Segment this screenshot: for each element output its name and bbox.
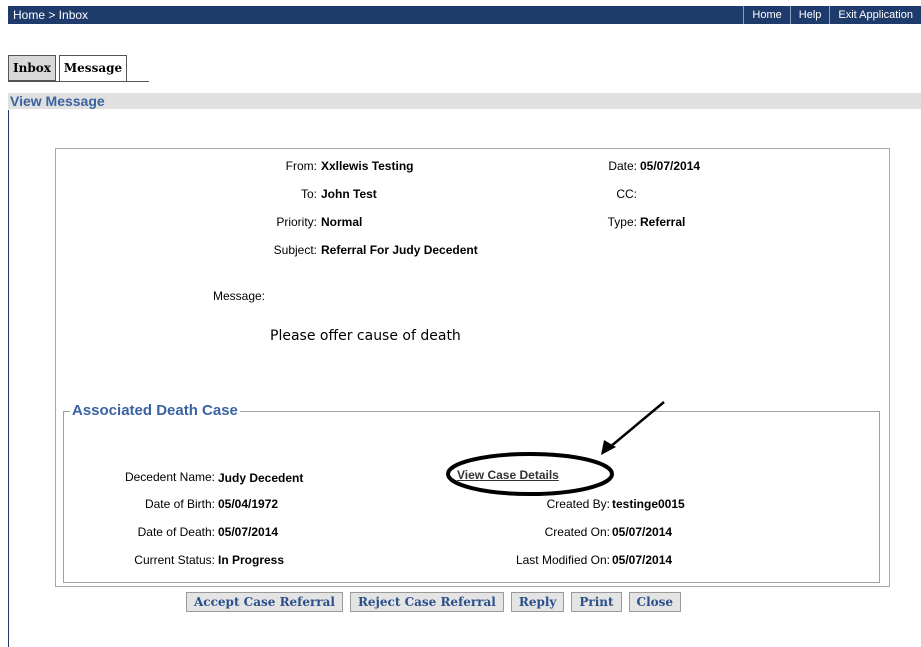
- annotation-overlay: [446, 401, 665, 496]
- highlight-ellipse: [446, 452, 614, 496]
- pointer-arrow-line: [609, 401, 665, 448]
